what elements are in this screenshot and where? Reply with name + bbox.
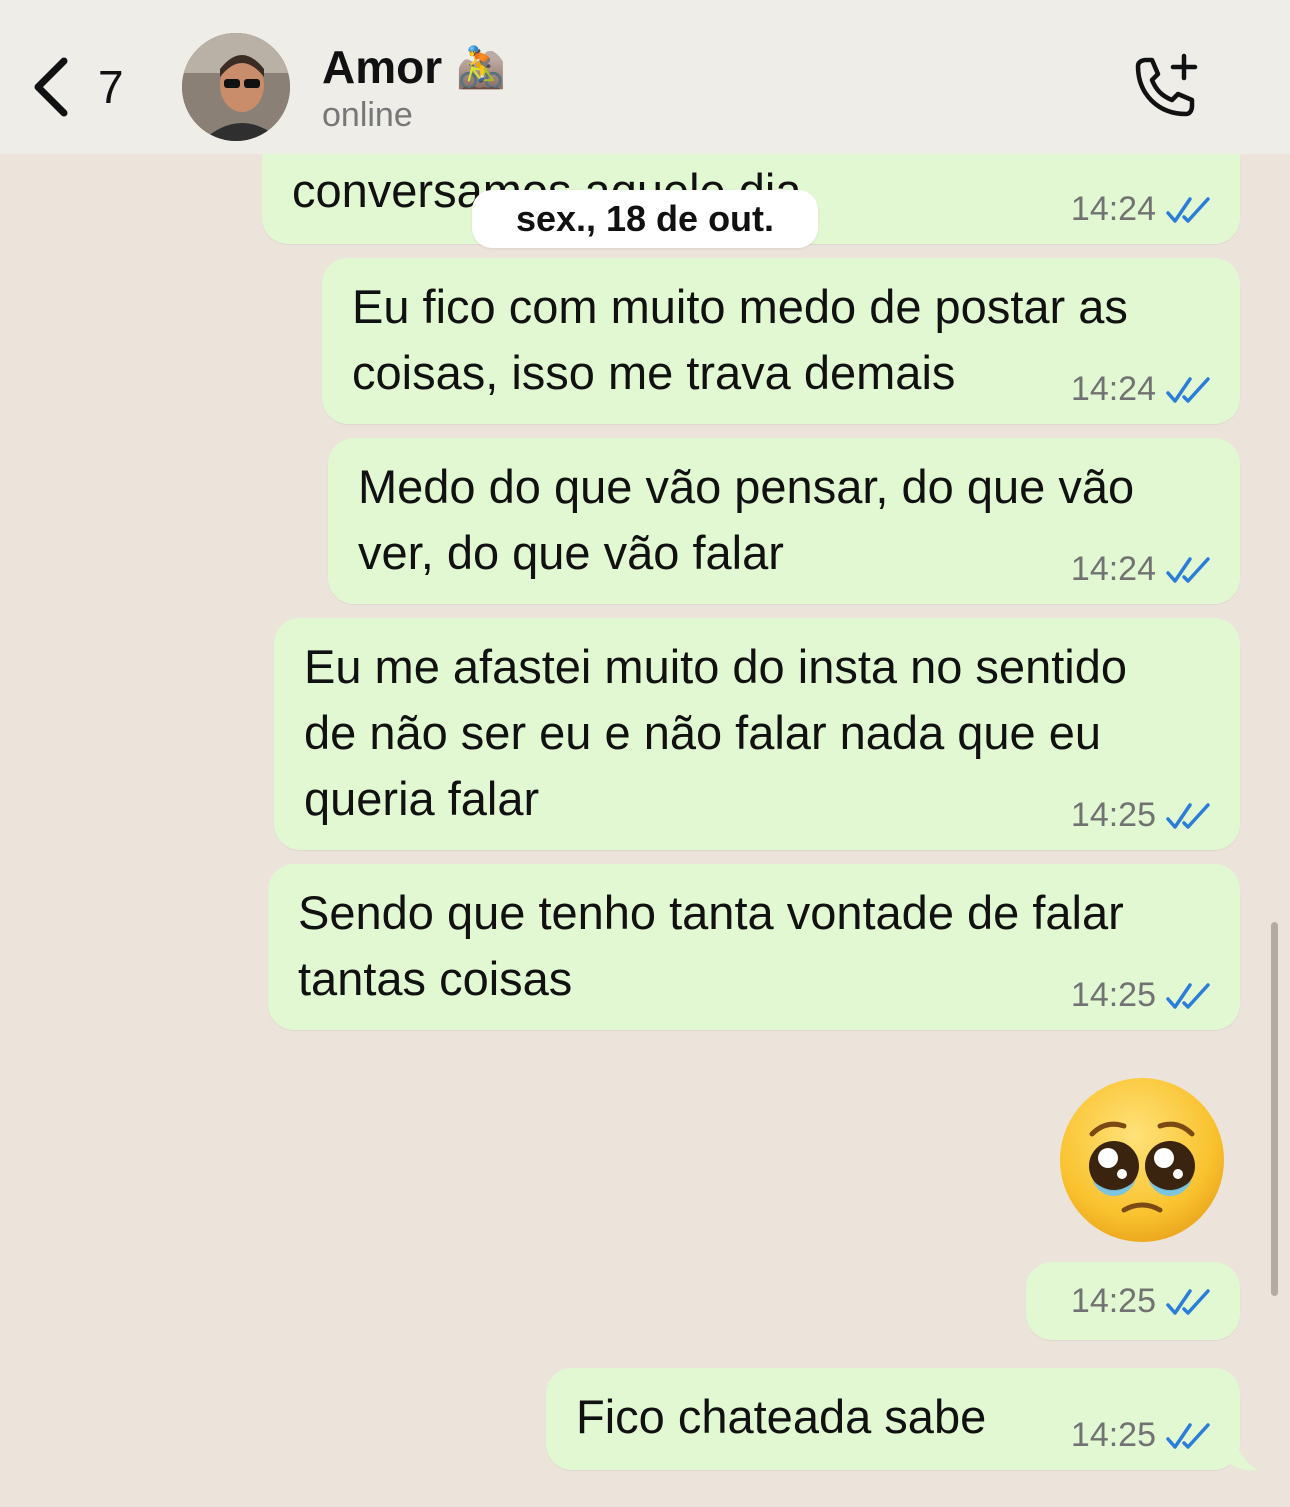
avatar-image [182,33,290,141]
message-bubble[interactable]: Eu fico com muito medo de postar as cois… [322,258,1240,424]
date-separator: sex., 18 de out. [472,190,818,248]
message-time: 14:24 [1070,370,1156,408]
read-ticks-icon [1166,376,1210,403]
message-bubble[interactable]: Eu me afastei muito do insta no sentido … [274,618,1240,850]
read-ticks-icon [1166,196,1210,223]
message-time: 14:24 [1070,190,1156,228]
message-text: Fico chateada sabe [576,1390,987,1443]
chat-header: 7 Amor 🚵 online [0,0,1290,154]
emoji-meta-bubble: 14:25 [1026,1262,1240,1340]
message-text: Eu fico com muito medo de postar as cois… [352,280,1128,399]
message-bubble[interactable]: Sendo que tenho tanta vontade de falar t… [268,864,1240,1030]
read-ticks-icon [1166,1422,1210,1449]
message-time: 14:25 [1070,1282,1156,1320]
cyclist-emoji-icon: 🚵 [456,45,506,90]
read-ticks-icon [1166,982,1210,1009]
message-meta: 14:25 [1071,1416,1212,1455]
message-time: 14:24 [1070,550,1156,588]
emoji-message[interactable] [1058,1076,1226,1244]
message-meta: 14:24 [1071,370,1212,409]
read-ticks-icon [1166,1288,1210,1315]
message-meta: 14:25 [1071,1282,1212,1321]
bubble-tail [1228,1428,1258,1471]
pleading-face-emoji-icon [1060,1078,1224,1242]
message-meta: 14:25 [1071,976,1212,1015]
read-ticks-icon [1166,556,1210,583]
back-button[interactable]: 7 [30,50,140,124]
message-text: Sendo que tenho tanta vontade de falar t… [298,886,1124,1005]
message-meta: 14:25 [1071,796,1212,835]
message-bubble[interactable]: Fico chateada sabe 14:25 [546,1368,1240,1470]
message-time: 14:25 [1070,976,1156,1014]
scrollbar[interactable] [1271,922,1278,1296]
add-call-button[interactable] [1128,52,1200,124]
presence-status: online [322,96,413,134]
read-ticks-icon [1166,802,1210,829]
unread-count: 7 [98,61,124,113]
avatar[interactable] [182,33,290,141]
add-call-icon [1135,53,1198,117]
contact-name[interactable]: Amor 🚵 [322,40,506,94]
message-meta: 14:24 [1071,550,1212,589]
message-text: Eu me afastei muito do insta no sentido … [304,640,1127,825]
message-bubble[interactable]: Medo do que vão pensar, do que vão ver, … [328,438,1240,604]
message-time: 14:25 [1070,1416,1156,1454]
contact-name-text: Amor [322,41,443,93]
message-time: 14:25 [1070,796,1156,834]
chevron-left-icon [34,57,68,117]
message-text: Medo do que vão pensar, do que vão ver, … [358,460,1135,579]
message-meta: 14:24 [1071,190,1212,229]
